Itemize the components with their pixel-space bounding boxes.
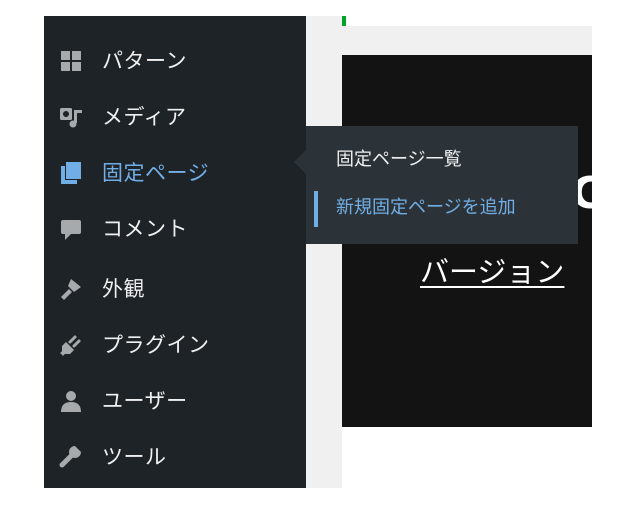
user-icon — [59, 389, 83, 413]
sidebar-item-label: メディア — [102, 105, 187, 129]
sidebar-item-label: コメント — [102, 217, 188, 241]
sidebar-item-media[interactable]: メディア — [44, 96, 306, 138]
pages-submenu: 固定ページ一覧 新規固定ページを追加 — [306, 126, 578, 244]
sidebar-item-tools[interactable]: ツール — [44, 436, 306, 478]
submenu-label: 新規固定ページを追加 — [336, 197, 516, 218]
sidebar-item-label: ユーザー — [102, 389, 188, 413]
plugin-icon — [59, 333, 83, 357]
content-footer — [342, 427, 592, 488]
grid-icon — [59, 49, 83, 73]
sidebar-item-label: パターン — [102, 49, 187, 73]
sidebar-item-comments[interactable]: コメント — [44, 208, 306, 250]
wrench-icon — [59, 445, 83, 469]
sidebar-item-label: 外観 — [102, 277, 145, 301]
sidebar-item-users[interactable]: ユーザー — [44, 380, 306, 422]
page-icon — [59, 161, 83, 185]
submenu-label: 固定ページ一覧 — [336, 149, 462, 170]
sidebar-item-label: ツール — [102, 445, 167, 469]
submenu-all-pages[interactable]: 固定ページ一覧 — [306, 138, 578, 182]
sidebar-item-pages[interactable]: 固定ページ — [44, 152, 306, 194]
sidebar-item-label: 固定ページ — [102, 161, 210, 185]
flyout-pointer — [294, 150, 306, 174]
submenu-add-new-page[interactable]: 新規固定ページを追加 — [306, 186, 578, 230]
preview-version-link[interactable]: バージョン — [420, 252, 564, 292]
sidebar-item-appearance[interactable]: 外観 — [44, 268, 306, 310]
media-icon — [59, 105, 83, 129]
comment-icon — [59, 217, 83, 241]
sidebar-item-label: プラグイン — [102, 333, 210, 357]
sidebar-item-patterns[interactable]: パターン — [44, 40, 306, 82]
brush-icon — [59, 277, 83, 301]
current-indicator — [314, 191, 318, 227]
admin-sidebar: パターン メディア 固定ページ コメント 外観 プラグイン ユーザー ツール — [44, 16, 306, 488]
editor-toolbar-strip — [346, 16, 592, 26]
sidebar-item-plugins[interactable]: プラグイン — [44, 324, 306, 366]
